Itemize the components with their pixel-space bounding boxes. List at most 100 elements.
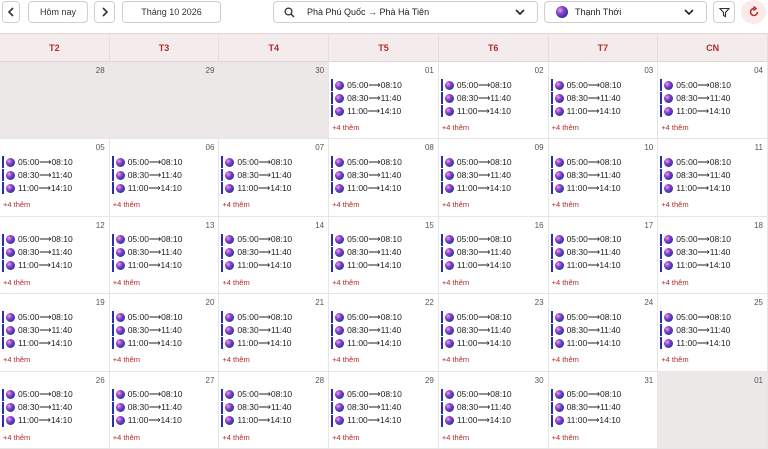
trip-event[interactable]: 11:00⟶14:10: [331, 259, 436, 272]
day-cell[interactable]: 01 05:00⟶08:10 08:30⟶11:40 11:00⟶14:10 +4 th…: [329, 62, 439, 140]
trip-event[interactable]: 08:30⟶11:40: [221, 246, 327, 259]
day-cell[interactable]: 16 05:00⟶08:10 08:30⟶11:40 11:00⟶14:10 +4 th…: [438, 216, 549, 295]
day-cell[interactable]: 12 05:00⟶08:10 08:30⟶11:40 11:00⟶14:10 +4 th…: [0, 216, 110, 295]
day-cell[interactable]: 26 05:00⟶08:10 08:30⟶11:40 11:00⟶14:10 +4 th…: [0, 371, 110, 449]
trip-event[interactable]: 05:00⟶08:10: [440, 311, 546, 324]
trip-event[interactable]: 11:00⟶14:10: [221, 414, 327, 427]
month-picker-button[interactable]: Tháng 10 2026: [122, 1, 221, 23]
trip-event[interactable]: 05:00⟶08:10: [660, 79, 765, 91]
trip-event[interactable]: 11:00⟶14:10: [331, 414, 436, 427]
trip-event[interactable]: 11:00⟶14:10: [440, 182, 546, 195]
trip-event[interactable]: 08:30⟶11:40: [660, 92, 765, 104]
day-cell[interactable]: 07 05:00⟶08:10 08:30⟶11:40 11:00⟶14:10 +4 th…: [219, 139, 330, 217]
trip-event[interactable]: 11:00⟶14:10: [660, 259, 765, 272]
trip-event[interactable]: 05:00⟶08:10: [331, 233, 436, 246]
day-cell[interactable]: 29: [109, 62, 220, 140]
trip-event[interactable]: 11:00⟶14:10: [331, 105, 436, 117]
trip-event[interactable]: 05:00⟶08:10: [440, 388, 546, 401]
filter-button[interactable]: [713, 1, 735, 23]
day-cell[interactable]: 03 05:00⟶08:10 08:30⟶11:40 11:00⟶14:10 +4 th…: [548, 62, 659, 140]
trip-event[interactable]: 05:00⟶08:10: [331, 388, 436, 401]
trip-event[interactable]: 05:00⟶08:10: [550, 79, 656, 91]
day-cell[interactable]: 25 05:00⟶08:10 08:30⟶11:40 11:00⟶14:10 +4 th…: [658, 294, 768, 372]
trip-event[interactable]: 05:00⟶08:10: [440, 79, 546, 91]
day-cell[interactable]: 28 05:00⟶08:10 08:30⟶11:40 11:00⟶14:10 +4 th…: [219, 371, 330, 449]
more-events-link[interactable]: +4 thêm: [332, 433, 359, 442]
trip-event[interactable]: 11:00⟶14:10: [111, 182, 217, 195]
more-events-link[interactable]: +4 thêm: [661, 123, 688, 132]
trip-event[interactable]: 08:30⟶11:40: [2, 401, 107, 414]
day-cell[interactable]: 28: [0, 62, 110, 140]
trip-event[interactable]: 05:00⟶08:10: [660, 156, 765, 169]
trip-event[interactable]: 11:00⟶14:10: [660, 105, 765, 117]
trip-event[interactable]: 08:30⟶11:40: [660, 246, 765, 259]
trip-event[interactable]: 11:00⟶14:10: [440, 259, 546, 272]
more-events-link[interactable]: +4 thêm: [222, 433, 249, 442]
trip-event[interactable]: 05:00⟶08:10: [550, 156, 656, 169]
trip-event[interactable]: 05:00⟶08:10: [660, 311, 765, 324]
today-button[interactable]: Hôm nay: [28, 1, 88, 23]
trip-event[interactable]: 05:00⟶08:10: [331, 79, 436, 91]
day-cell[interactable]: 11 05:00⟶08:10 08:30⟶11:40 11:00⟶14:10 +4 th…: [658, 139, 768, 217]
more-events-link[interactable]: +4 thêm: [442, 123, 469, 132]
trip-event[interactable]: 08:30⟶11:40: [550, 92, 656, 104]
trip-event[interactable]: 08:30⟶11:40: [660, 324, 765, 337]
trip-event[interactable]: 11:00⟶14:10: [550, 337, 656, 350]
more-events-link[interactable]: +4 thêm: [661, 278, 688, 287]
trip-event[interactable]: 11:00⟶14:10: [660, 337, 765, 350]
trip-event[interactable]: 11:00⟶14:10: [2, 414, 107, 427]
trip-event[interactable]: 08:30⟶11:40: [331, 246, 436, 259]
trip-event[interactable]: 05:00⟶08:10: [550, 233, 656, 246]
day-cell[interactable]: 05 05:00⟶08:10 08:30⟶11:40 11:00⟶14:10 +4 th…: [0, 139, 110, 217]
trip-event[interactable]: 11:00⟶14:10: [440, 414, 546, 427]
more-events-link[interactable]: +4 thêm: [661, 355, 688, 364]
more-events-link[interactable]: +4 thêm: [552, 355, 579, 364]
trip-event[interactable]: 05:00⟶08:10: [331, 156, 436, 169]
trip-event[interactable]: 05:00⟶08:10: [221, 156, 327, 169]
more-events-link[interactable]: +4 thêm: [442, 433, 469, 442]
route-select[interactable]: Phà Phú Quốc → Phà Hà Tiên: [273, 1, 538, 23]
trip-event[interactable]: 08:30⟶11:40: [550, 169, 656, 182]
trip-event[interactable]: 08:30⟶11:40: [2, 324, 107, 337]
trip-event[interactable]: 11:00⟶14:10: [2, 337, 107, 350]
day-cell[interactable]: 08 05:00⟶08:10 08:30⟶11:40 11:00⟶14:10 +4 th…: [329, 139, 439, 217]
day-cell[interactable]: 14 05:00⟶08:10 08:30⟶11:40 11:00⟶14:10 +4 th…: [219, 216, 330, 295]
day-cell[interactable]: 31 05:00⟶08:10 08:30⟶11:40 11:00⟶14:10 +4 th…: [548, 371, 659, 449]
day-cell[interactable]: 21 05:00⟶08:10 08:30⟶11:40 11:00⟶14:10 +4 th…: [219, 294, 330, 372]
day-cell[interactable]: 02 05:00⟶08:10 08:30⟶11:40 11:00⟶14:10 +4 th…: [438, 62, 549, 140]
trip-event[interactable]: 11:00⟶14:10: [550, 414, 656, 427]
trip-event[interactable]: 11:00⟶14:10: [331, 337, 436, 350]
trip-event[interactable]: 11:00⟶14:10: [2, 259, 107, 272]
trip-event[interactable]: 05:00⟶08:10: [550, 388, 656, 401]
trip-event[interactable]: 05:00⟶08:10: [111, 388, 217, 401]
trip-event[interactable]: 11:00⟶14:10: [221, 337, 327, 350]
prev-month-button[interactable]: [2, 1, 20, 23]
trip-event[interactable]: 05:00⟶08:10: [221, 311, 327, 324]
more-events-link[interactable]: +4 thêm: [661, 200, 688, 209]
more-events-link[interactable]: +4 thêm: [552, 433, 579, 442]
trip-event[interactable]: 08:30⟶11:40: [221, 324, 327, 337]
more-events-link[interactable]: +4 thêm: [222, 200, 249, 209]
trip-event[interactable]: 08:30⟶11:40: [111, 246, 217, 259]
day-cell[interactable]: 18 05:00⟶08:10 08:30⟶11:40 11:00⟶14:10 +4 th…: [658, 216, 768, 295]
more-events-link[interactable]: +4 thêm: [332, 278, 359, 287]
more-events-link[interactable]: +4 thêm: [3, 278, 30, 287]
more-events-link[interactable]: +4 thêm: [332, 355, 359, 364]
more-events-link[interactable]: +4 thêm: [222, 355, 249, 364]
trip-event[interactable]: 11:00⟶14:10: [111, 414, 217, 427]
more-events-link[interactable]: +4 thêm: [3, 355, 30, 364]
trip-event[interactable]: 08:30⟶11:40: [331, 401, 436, 414]
trip-event[interactable]: 05:00⟶08:10: [111, 156, 217, 169]
trip-event[interactable]: 05:00⟶08:10: [440, 156, 546, 169]
trip-event[interactable]: 11:00⟶14:10: [550, 259, 656, 272]
more-events-link[interactable]: +4 thêm: [332, 123, 359, 132]
trip-event[interactable]: 05:00⟶08:10: [2, 388, 107, 401]
trip-event[interactable]: 08:30⟶11:40: [550, 401, 656, 414]
trip-event[interactable]: 05:00⟶08:10: [111, 233, 217, 246]
more-events-link[interactable]: +4 thêm: [552, 200, 579, 209]
trip-event[interactable]: 08:30⟶11:40: [440, 246, 546, 259]
trip-event[interactable]: 08:30⟶11:40: [111, 324, 217, 337]
more-events-link[interactable]: +4 thêm: [3, 433, 30, 442]
refresh-button[interactable]: [741, 0, 766, 24]
day-cell[interactable]: 24 05:00⟶08:10 08:30⟶11:40 11:00⟶14:10 +4 th…: [548, 294, 659, 372]
